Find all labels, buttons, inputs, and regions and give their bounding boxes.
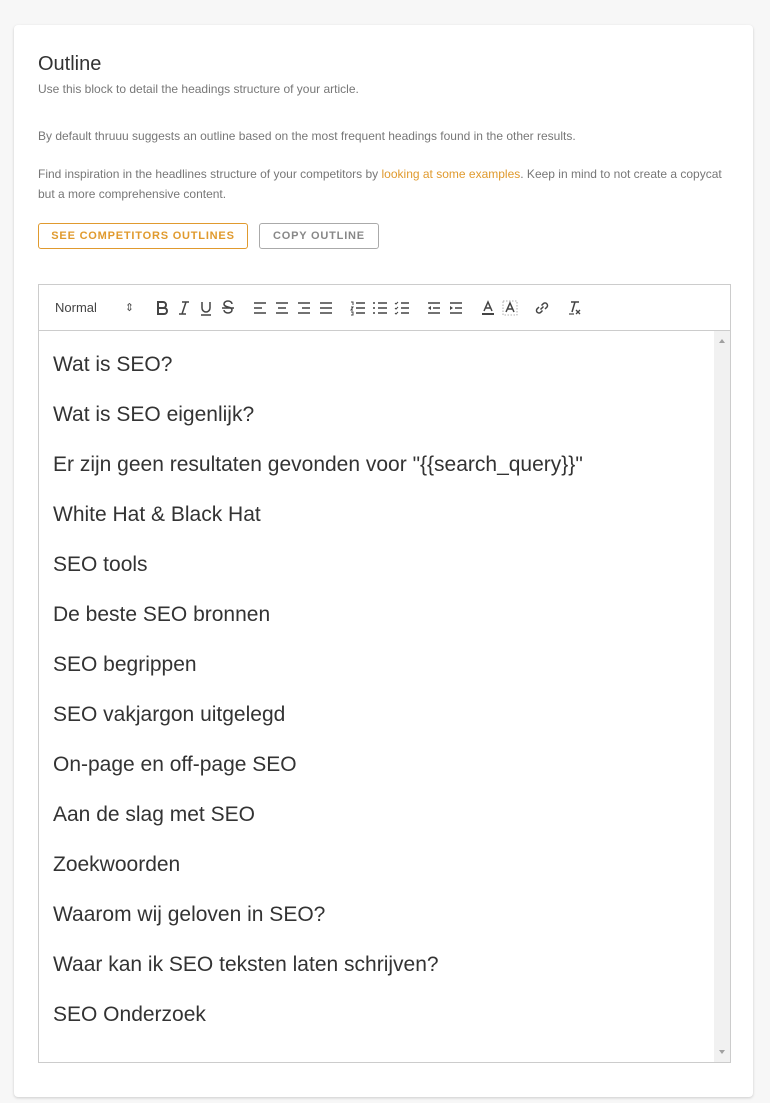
outline-heading[interactable]: On-page en off-page SEO [53, 753, 700, 803]
format-select-value: Normal [55, 300, 97, 315]
underline-icon[interactable] [195, 296, 217, 320]
outline-heading[interactable]: SEO Onderzoek [53, 1003, 700, 1053]
inspiration-info: Find inspiration in the headlines struct… [38, 164, 734, 204]
ordered-list-icon[interactable] [347, 296, 369, 320]
editor-content[interactable]: Wat is SEO? Wat is SEO eigenlijk? Er zij… [39, 331, 714, 1062]
outline-heading[interactable]: De beste SEO bronnen [53, 603, 700, 653]
outline-heading[interactable]: Waar kan ik SEO teksten laten schrijven? [53, 953, 700, 1003]
outline-heading[interactable]: Wat is SEO? [53, 353, 700, 403]
scroll-up-icon[interactable] [719, 339, 725, 343]
outline-heading[interactable]: SEO tools [53, 553, 700, 603]
copy-outline-button[interactable]: COPY OUTLINE [259, 223, 379, 249]
checklist-icon[interactable] [391, 296, 413, 320]
editor-scrollbar[interactable] [714, 331, 730, 1062]
outline-heading[interactable]: SEO vakjargon uitgelegd [53, 703, 700, 753]
outline-editor: Normal ⇕ Wat is SEO? Wat is SEO eigenlij… [38, 284, 731, 1063]
outdent-icon[interactable] [423, 296, 445, 320]
outline-heading[interactable]: Zoekwoorden [53, 853, 700, 903]
align-justify-icon[interactable] [315, 296, 337, 320]
see-competitors-outlines-button[interactable]: SEE COMPETITORS OUTLINES [38, 223, 248, 249]
strikethrough-icon[interactable] [217, 296, 239, 320]
examples-link[interactable]: looking at some examples [382, 167, 521, 181]
outline-heading[interactable]: Wat is SEO eigenlijk? [53, 403, 700, 453]
format-select[interactable]: Normal ⇕ [55, 300, 151, 315]
italic-icon[interactable] [173, 296, 195, 320]
outline-heading[interactable]: Er zijn geen resultaten gevonden voor "{… [53, 453, 700, 503]
align-left-icon[interactable] [249, 296, 271, 320]
align-center-icon[interactable] [271, 296, 293, 320]
bullet-list-icon[interactable] [369, 296, 391, 320]
align-right-icon[interactable] [293, 296, 315, 320]
outline-card: Outline Use this block to detail the hea… [14, 25, 753, 1097]
outline-title: Outline [38, 53, 102, 75]
select-arrows-icon: ⇕ [124, 302, 135, 314]
outline-heading[interactable]: Aan de slag met SEO [53, 803, 700, 853]
text-color-icon[interactable] [477, 296, 499, 320]
link-icon[interactable] [531, 296, 553, 320]
bold-icon[interactable] [151, 296, 173, 320]
outline-heading[interactable]: Waarom wij geloven in SEO? [53, 903, 700, 953]
default-outline-info: By default thruuu suggests an outline ba… [38, 129, 576, 143]
editor-toolbar: Normal ⇕ [39, 285, 730, 331]
outline-subtitle: Use this block to detail the headings st… [38, 82, 359, 96]
inspiration-text-before: Find inspiration in the headlines struct… [38, 167, 382, 181]
outline-heading[interactable]: SEO begrippen [53, 653, 700, 703]
outline-heading[interactable]: White Hat & Black Hat [53, 503, 700, 553]
clear-format-icon[interactable] [563, 296, 585, 320]
scroll-down-icon[interactable] [719, 1050, 725, 1054]
background-color-icon[interactable] [499, 296, 521, 320]
indent-icon[interactable] [445, 296, 467, 320]
